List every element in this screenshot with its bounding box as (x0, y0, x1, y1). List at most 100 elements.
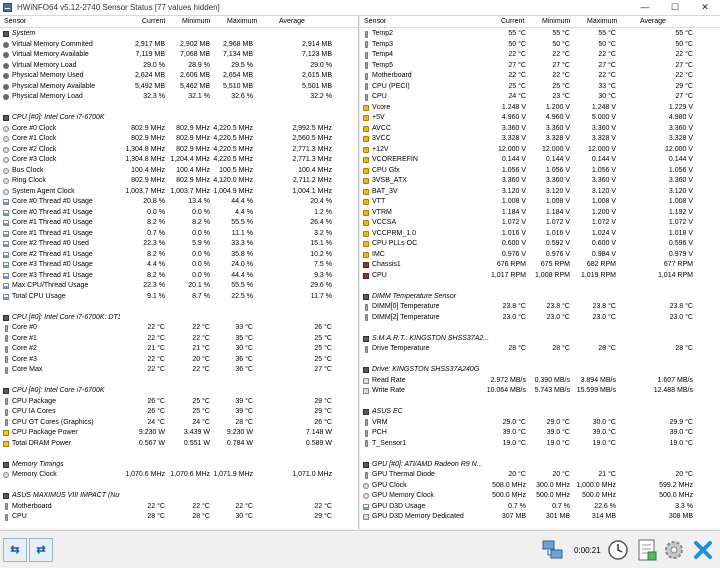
sensor-row[interactable]: VCOREREFIN 0.144 V 0.144 V 0.144 V 0.144 V (360, 155, 720, 166)
column-maximum[interactable]: Maximum (227, 18, 257, 25)
sensor-row[interactable]: CPU Gfx 1.056 V 1.056 V 1.056 V 1.056 V (360, 166, 720, 177)
column-sensor[interactable]: Sensor (364, 18, 386, 25)
column-minimum[interactable]: Minimum (182, 18, 210, 25)
sensor-row[interactable]: CPU GT Cores (Graphics) 24 °C 24 °C 28 °C 26… (0, 418, 358, 429)
network-button[interactable] (541, 538, 565, 562)
sensor-row[interactable]: 3VSB_ATX 3.360 V 3.360 V 3.360 V 3.360 V (360, 176, 720, 187)
sensor-row[interactable]: GPU D3D Memory Dedicated 307 MB 301 MB 314 … (360, 512, 720, 523)
sensor-row[interactable]: Write Rate 10.064 MB/s 5.743 MB/s 15.599 MB… (360, 386, 720, 397)
sensor-row[interactable]: Motherboard 22 °C 22 °C 22 °C 22 °C (360, 71, 720, 82)
sensor-row[interactable]: Chassis1 676 RPM 675 RPM 682 RPM 677 RPM (360, 260, 720, 271)
sensor-row[interactable]: Physical Memory Available 5,492 MB 5,462 M… (0, 82, 358, 93)
sensor-row[interactable]: 3VCC 3.328 V 3.328 V 3.328 V 3.328 V (360, 134, 720, 145)
column-current[interactable]: Current (142, 18, 165, 25)
sensor-row[interactable]: Vcore 1.248 V 1.200 V 1.248 V 1.229 V (360, 103, 720, 114)
sensor-group-header[interactable]: GPU [#0]: ATI/AMD Radeon R9 N... (360, 460, 720, 471)
sensor-row[interactable]: Virtual Memory Available 7,119 MB 7,068 MB… (0, 50, 358, 61)
sensor-group-header[interactable]: S.M.A.R.T.: KINGSTON SHSS37A2... (360, 334, 720, 345)
sensor-row[interactable]: Core #0 Clock 802.9 MHz 802.9 MHz 4,220.5 M… (0, 124, 358, 135)
sensor-row[interactable]: Memory Clock 1,070.6 MHz 1,070.6 MHz 1,071.… (0, 470, 358, 481)
sensor-row[interactable]: Core #3 Thread #0 Usage 4.4 % 0.0 % 24.0 % 7… (0, 260, 358, 271)
sensor-group-header[interactable]: ASUS MAXIMUS VIII IMPACT (Nuvoton ... (0, 491, 358, 502)
sensor-row[interactable]: Virtual Memory Commited 2,917 MB 2,902 MB 2… (0, 40, 358, 51)
sensor-row[interactable]: CPU IA Cores 26 °C 25 °C 39 °C 29 °C (0, 407, 358, 418)
sensor-row[interactable]: CPU (PECI) 25 °C 25 °C 33 °C 29 °C (360, 82, 720, 93)
sensor-row[interactable]: Core #3 Thread #1 Usage 8.2 % 0.0 % 44.4 % 9… (0, 271, 358, 282)
sensor-row[interactable]: Core #1 Thread #1 Usage 0.7 % 0.0 % 11.1 % 3… (0, 229, 358, 240)
sensor-row[interactable]: Core #2 Clock 1,304.8 MHz 802.9 MHz 4,220.5… (0, 145, 358, 156)
minimize-button[interactable]: — (630, 0, 660, 15)
sensor-row[interactable]: Core #3 Clock 1,304.8 MHz 1,204.4 MHz 4,220… (0, 155, 358, 166)
sensor-row[interactable]: Total DRAM Power 0.567 W 0.551 W 0.784 W 0.5… (0, 439, 358, 450)
sensor-row[interactable]: AVCC 3.360 V 3.360 V 3.360 V 3.360 V (360, 124, 720, 135)
logging-button[interactable] (635, 538, 659, 562)
sensor-group-header[interactable]: CPU [#0]: Intel Core i7-6700K: DTS (0, 313, 358, 324)
sensor-row[interactable]: Physical Memory Used 2,624 MB 2,606 MB 2,65… (0, 71, 358, 82)
reset-timer-button[interactable] (606, 538, 630, 562)
sensor-row[interactable]: GPU Clock 508.0 MHz 300.0 MHz 1,000.0 MHz 59… (360, 481, 720, 492)
sensor-row[interactable]: System Agent Clock 1,003.7 MHz 1,003.7 MHz… (0, 187, 358, 198)
sensor-row[interactable]: +12V 12.000 V 12.000 V 12.000 V 12.000 V (360, 145, 720, 156)
sensor-row[interactable]: Core #2 Thread #0 Used 22.3 % 5.9 % 33.3 % 1… (0, 239, 358, 250)
sensor-row[interactable]: Core Max 22 °C 22 °C 36 °C 27 °C (0, 365, 358, 376)
sensor-row[interactable]: CPU Package 26 °C 25 °C 39 °C 29 °C (0, 397, 358, 408)
sensor-row[interactable]: Core #3 22 °C 20 °C 36 °C 25 °C (0, 355, 358, 366)
sensor-group-header[interactable]: Memory Timings (0, 460, 358, 471)
settings-button[interactable] (662, 538, 686, 562)
sensor-row[interactable]: CPU Package Power 9.230 W 3.439 W 9.230 W 7.… (0, 428, 358, 439)
sensor-row[interactable]: Drive Temperature 28 °C 28 °C 28 °C 28 °C (360, 344, 720, 355)
column-average[interactable]: Average (640, 18, 666, 25)
sensor-row[interactable]: PCH 39.0 °C 39.0 °C 39.0 °C 39.0 °C (360, 428, 720, 439)
sensor-row[interactable]: VTT 1.008 V 1.008 V 1.008 V 1.008 V (360, 197, 720, 208)
sensor-row[interactable]: Temp3 50 °C 50 °C 50 °C 50 °C (360, 40, 720, 51)
sensor-row[interactable]: GPU Memory Clock 500.0 MHz 500.0 MHz 500.0 … (360, 491, 720, 502)
sensor-row[interactable]: VCCPRM_1.0 1.016 V 1.016 V 1.024 V 1.018 V (360, 229, 720, 240)
column-maximum[interactable]: Maximum (587, 18, 617, 25)
sensor-row[interactable]: Physical Memory Load 32.3 % 32.1 % 32.6 % 32… (0, 92, 358, 103)
column-minimum[interactable]: Minimum (542, 18, 570, 25)
sensor-row[interactable]: Core #1 Thread #0 Usage 8.2 % 8.2 % 55.5 % 2… (0, 218, 358, 229)
sensor-row[interactable]: Ring Clock 802.9 MHz 802.9 MHz 4,120.0 MHz 2… (0, 176, 358, 187)
sensor-row[interactable]: CPU 28 °C 28 °C 30 °C 29 °C (0, 512, 358, 523)
sensor-group-header[interactable]: Drive: KINGSTON SHSS37A240G (360, 365, 720, 376)
collapse-columns-button[interactable]: ⇄ (29, 538, 53, 562)
sensor-row[interactable]: Core #2 21 °C 21 °C 30 °C 25 °C (0, 344, 358, 355)
column-sensor[interactable]: Sensor (4, 18, 26, 25)
sensor-row[interactable]: CPU 24 °C 23 °C 30 °C 27 °C (360, 92, 720, 103)
sensor-group-header[interactable]: System (0, 29, 358, 40)
sensor-row[interactable]: Max CPU/Thread Usage 22.3 % 20.1 % 55.5 % 29… (0, 281, 358, 292)
sensor-row[interactable]: VRM 29.0 °C 29.0 °C 30.0 °C 29.9 °C (360, 418, 720, 429)
right-sensor-panel[interactable]: Sensor Current Minimum Maximum Average T… (360, 16, 720, 529)
sensor-group-header[interactable]: ASUS EC (360, 407, 720, 418)
sensor-row[interactable]: Core #0 22 °C 22 °C 33 °C 26 °C (0, 323, 358, 334)
sensor-group-header[interactable]: DIMM Temperature Sensor (360, 292, 720, 303)
expand-columns-button[interactable]: ⇆ (3, 538, 27, 562)
sensor-row[interactable]: Virtual Memory Load 29.0 % 28.9 % 29.5 % 29.… (0, 61, 358, 72)
sensor-row[interactable]: Core #0 Thread #0 Usage 20.8 % 13.4 % 44.4 … (0, 197, 358, 208)
sensor-row[interactable]: Total CPU Usage 9.1 % 8.7 % 22.5 % 11.7 % (0, 292, 358, 303)
sensor-group-header[interactable]: CPU [#0]: Intel Core i7-6700K (0, 386, 358, 397)
sensor-row[interactable]: IMC 0.976 V 0.976 V 0.984 V 0.979 V (360, 250, 720, 261)
close-button[interactable]: ✕ (690, 0, 720, 15)
sensor-row[interactable]: Motherboard 22 °C 22 °C 22 °C 22 °C (0, 502, 358, 513)
sensor-row[interactable]: BAT_3V 3.120 V 3.120 V 3.120 V 3.120 V (360, 187, 720, 198)
sensor-row[interactable]: Core #1 Clock 802.9 MHz 802.9 MHz 4,220.5 M… (0, 134, 358, 145)
sensor-group-header[interactable]: CPU [#0]: Intel Core i7-6700K (0, 113, 358, 124)
sensor-row[interactable]: CPU PLLs OC 0.600 V 0.592 V 0.600 V 0.596 V (360, 239, 720, 250)
sensor-row[interactable]: DIMM[0] Temperature 23.8 °C 23.8 °C 23.8 °C… (360, 302, 720, 313)
sensor-row[interactable]: Core #0 Thread #1 Usage 0.0 % 0.0 % 4.4 % 1.… (0, 208, 358, 219)
sensor-row[interactable]: +5V 4.960 V 4.960 V 5.000 V 4.980 V (360, 113, 720, 124)
sensor-row[interactable]: GPU Thermal Diode 20 °C 20 °C 21 °C 20 °C (360, 470, 720, 481)
sensor-row[interactable]: T_Sensor1 19.0 °C 19.0 °C 19.0 °C 19.0 °C (360, 439, 720, 450)
sensor-row[interactable]: Core #1 22 °C 22 °C 35 °C 25 °C (0, 334, 358, 345)
sensor-row[interactable]: CPU 1,017 RPM 1,008 RPM 1,019 RPM 1,014 RPM (360, 271, 720, 282)
left-sensor-panel[interactable]: Sensor Current Minimum Maximum Average S… (0, 16, 359, 529)
close-sensors-button[interactable] (691, 538, 715, 562)
sensor-row[interactable]: Read Rate 2.972 MB/s 0.390 MB/s 3.894 MB/s 1… (360, 376, 720, 387)
sensor-row[interactable]: Temp2 55 °C 55 °C 55 °C 55 °C (360, 29, 720, 40)
sensor-row[interactable]: GPU D3D Usage 0.7 % 0.7 % 22.6 % 3.3 % (360, 502, 720, 513)
column-current[interactable]: Current (501, 18, 524, 25)
sensor-row[interactable]: VTRM 1.184 V 1.184 V 1.200 V 1.192 V (360, 208, 720, 219)
sensor-row[interactable]: Bus Clock 100.4 MHz 100.4 MHz 100.5 MHz 100.… (0, 166, 358, 177)
sensor-row[interactable]: Core #2 Thread #1 Usage 8.2 % 0.0 % 35.8 % 1… (0, 250, 358, 261)
